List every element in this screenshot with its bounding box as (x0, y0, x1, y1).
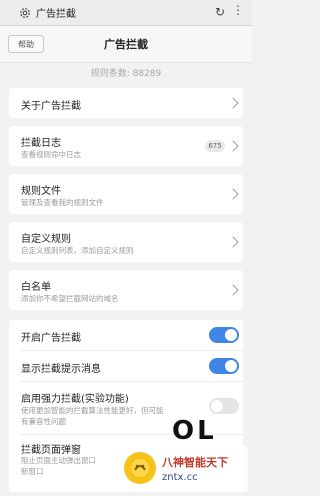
custom-rules-label: 自定义规则 (21, 234, 71, 245)
custom-rules-row[interactable]: 自定义规则 自定义规则列表，添加自定义规则 (9, 222, 243, 262)
strong-block-label: 启用强力拦截(实验功能) (21, 394, 129, 405)
toggle-knob (225, 329, 237, 341)
rule-count: 规则条数: 88289 (90, 69, 162, 79)
log-label: 拦截日志 (21, 138, 61, 149)
rules-file-sub: 管理及查看我的规则文件 (21, 198, 104, 207)
strong-block-sub-1: 使用更加智能的拦截算法性能更好，但可能 (21, 406, 164, 415)
log-sub: 查看规则命中日志 (21, 150, 81, 159)
overlay-text: OL (172, 416, 217, 446)
enable-adblock-row[interactable]: 开启广告拦截 (9, 320, 243, 350)
whitelist-row[interactable]: 白名单 添加你不希望拦截网站的域名 (9, 270, 243, 310)
rules-file-row[interactable]: 规则文件 管理及查看我的规则文件 (9, 174, 243, 214)
page-header: 帮助 广告拦截 (0, 26, 252, 63)
log-card[interactable]: 拦截日志 查看规则命中日志 675 (9, 126, 243, 166)
whitelist-sub: 添加你不希望拦截网站的域名 (21, 294, 119, 303)
chevron-right-icon (227, 140, 239, 152)
log-count-badge: 675 (205, 140, 225, 152)
chevron-right-icon (227, 97, 239, 109)
more-vertical-icon[interactable]: ⋮ (232, 4, 244, 16)
toggle-knob (211, 400, 223, 412)
top-bar: 广告拦截 ↻ ⋮ (0, 0, 252, 26)
about-row[interactable]: 关于广告拦截 (9, 88, 243, 118)
popup-block-sub-1: 阻止页面主动弹出窗口 (21, 456, 96, 465)
watermark: 八神智能天下 zntx.cc (118, 446, 248, 492)
refresh-icon[interactable]: ↻ (215, 5, 225, 19)
topbar-title: 广告拦截 (36, 9, 76, 20)
enable-adblock-label: 开启广告拦截 (21, 333, 81, 344)
rules-file-card[interactable]: 规则文件 管理及查看我的规则文件 (9, 174, 243, 214)
chevron-right-icon (227, 188, 239, 200)
show-message-toggle[interactable] (209, 358, 239, 374)
gear-icon[interactable] (18, 6, 32, 20)
custom-rules-sub: 自定义规则列表，添加自定义规则 (21, 246, 134, 255)
enable-adblock-toggle[interactable] (209, 327, 239, 343)
rules-file-label: 规则文件 (21, 186, 61, 197)
strong-block-toggle[interactable] (209, 398, 239, 414)
popup-block-sub-2: 新窗口 (21, 467, 44, 476)
chevron-right-icon (227, 284, 239, 296)
toggle-knob (225, 360, 237, 372)
show-message-label: 显示拦截提示消息 (21, 364, 101, 375)
about-card[interactable]: 关于广告拦截 (9, 88, 243, 118)
strong-block-sub-2: 有兼容性问题 (21, 417, 66, 426)
watermark-url: zntx.cc (162, 472, 198, 483)
watermark-logo-icon (124, 452, 156, 484)
chevron-right-icon (227, 236, 239, 248)
whitelist-card[interactable]: 白名单 添加你不希望拦截网站的域名 (9, 270, 243, 310)
log-row[interactable]: 拦截日志 查看规则命中日志 675 (9, 126, 243, 166)
custom-rules-card[interactable]: 自定义规则 自定义规则列表，添加自定义规则 (9, 222, 243, 262)
page-title: 广告拦截 (104, 38, 148, 51)
about-label: 关于广告拦截 (21, 101, 81, 112)
watermark-title: 八神智能天下 (162, 456, 228, 469)
popup-block-label: 拦截页面弹窗 (21, 445, 81, 456)
show-message-row[interactable]: 显示拦截提示消息 (9, 351, 243, 381)
whitelist-label: 白名单 (21, 282, 51, 293)
